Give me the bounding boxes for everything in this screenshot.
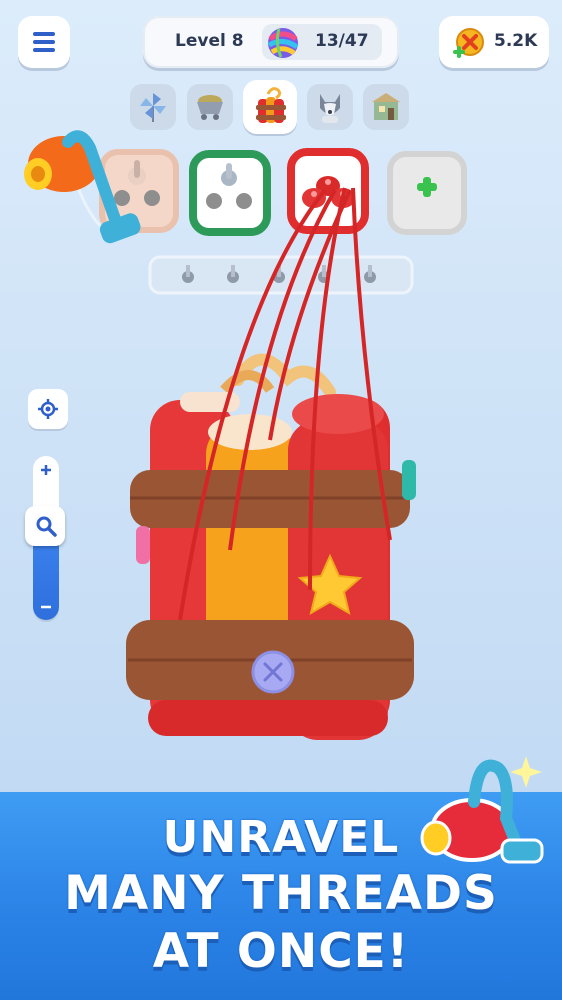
magnifier-icon [36, 516, 57, 537]
yarn-ball-icon [267, 28, 299, 58]
banner-line-3: AT ONCE! [152, 924, 410, 979]
husky-dog-icon [320, 94, 340, 123]
menu-button[interactable] [18, 16, 70, 68]
tab-husky-dog[interactable] [307, 84, 353, 130]
vacuum-tool[interactable] [18, 118, 168, 268]
mine-cart-icon [197, 95, 223, 120]
tab-mine-cart[interactable] [187, 84, 233, 130]
dynamite-icon [256, 87, 286, 123]
target-locate-icon [38, 399, 58, 419]
house-icon [372, 93, 400, 120]
coin-plus-icon[interactable] [450, 26, 486, 62]
level-label: Level 8 [175, 31, 244, 51]
minus-icon[interactable] [40, 601, 52, 613]
tab-dynamite[interactable] [243, 80, 297, 134]
hamburger-icon [33, 32, 55, 52]
plus-icon[interactable] [40, 464, 52, 476]
thread-lines [178, 187, 392, 621]
locate-button[interactable] [28, 389, 68, 429]
banner-line-1: UNRAVEL [162, 812, 400, 863]
add-plus-icon[interactable] [414, 174, 440, 200]
zoom-handle[interactable] [25, 506, 65, 546]
level-progress: 13/47 [315, 31, 369, 51]
banner-line-2: MANY THREADS [64, 866, 498, 921]
tab-house[interactable] [363, 84, 409, 130]
coin-balance: 5.2K [494, 31, 538, 51]
